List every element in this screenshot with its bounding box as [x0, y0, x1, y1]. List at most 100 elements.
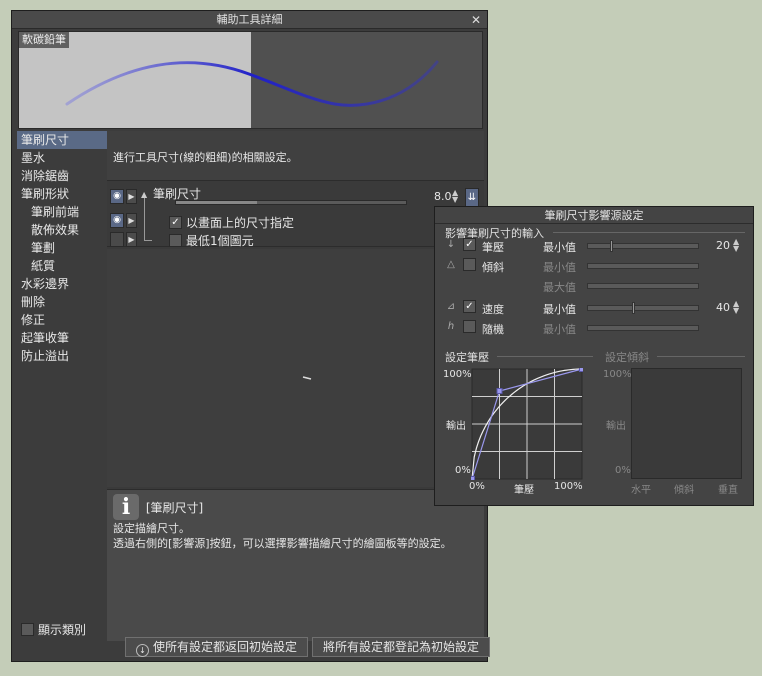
help-title: [筆刷尺寸] [145, 500, 204, 515]
section-divider [553, 232, 745, 233]
value-spinner-icon[interactable]: ▲ ▼ [733, 300, 739, 315]
sidebar-item[interactable]: 消除鋸齒 [17, 167, 107, 185]
popup-title: 筆刷尺寸影響源設定 [435, 207, 753, 224]
register-all-label: 將所有設定都登記為初始設定 [323, 640, 480, 654]
influence-input-row: ℎ 隨機 最小值 [445, 319, 745, 337]
influence-value[interactable]: 40 [710, 301, 730, 314]
input-source-checkbox[interactable] [463, 320, 476, 333]
influence-input-row: ⊿ ✓ 速度 最小值 40 ▲ ▼ [445, 299, 745, 317]
pressure-y-bottom: 0% [455, 465, 471, 476]
section-divider [657, 356, 745, 357]
tilt-y-label: 輸出 [606, 421, 626, 432]
input-source-label: 筆壓 [482, 241, 504, 254]
min-1px-checkbox[interactable] [169, 234, 182, 247]
sidebar-item[interactable]: 紙質 [17, 257, 107, 275]
category-description: 進行工具尺寸(線的粗細)的相關設定。 [107, 131, 484, 181]
input-source-checkbox[interactable]: ✓ [463, 238, 476, 251]
input-source-checkbox[interactable]: ✓ [463, 300, 476, 313]
expand-arrow-icon[interactable]: ▶ [126, 213, 137, 228]
sidebar-item[interactable]: 筆刷尺寸 [17, 131, 107, 149]
value-spinner-icon[interactable]: ▲ ▼ [733, 238, 739, 253]
help-line-1: 設定描繪尺寸。 [113, 522, 190, 535]
input-source-icon: ↓ [446, 239, 456, 250]
sidebar-item[interactable]: 散佈效果 [17, 221, 107, 239]
influence-input-row: △ 傾斜 最小值 [445, 257, 745, 275]
show-category-checkbox[interactable] [21, 623, 34, 636]
preview-stroke [65, 60, 439, 107]
expand-arrow-icon[interactable]: ▶ [126, 189, 137, 204]
specify-on-screen-option[interactable]: ✓ 以畫面上的尺寸指定 [169, 214, 294, 231]
brush-size-slider[interactable] [175, 200, 407, 205]
slider-thumb[interactable] [632, 302, 635, 314]
sidebar-item[interactable]: 刪除 [17, 293, 107, 311]
expand-arrow-icon[interactable]: ▶ [126, 232, 137, 247]
influence-slider [587, 325, 699, 331]
tree-line [144, 240, 152, 241]
eye-icon[interactable]: ◉ [110, 213, 124, 228]
help-panel: i [筆刷尺寸] 設定描繪尺寸。 透過右側的[影響源]按鈕，可以選擇影響描繪尺寸… [107, 489, 484, 641]
sidebar-item[interactable]: 筆刷形狀 [17, 185, 107, 203]
input-source-checkbox[interactable] [463, 258, 476, 271]
brush-size-spinner-icon[interactable]: ▲ ▼ [452, 189, 458, 204]
sidebar-item[interactable]: 筆劃 [17, 239, 107, 257]
sidebar-item[interactable]: 水彩邊界 [17, 275, 107, 293]
pressure-x-left: 0% [469, 481, 485, 492]
min-max-label: 最小值 [543, 303, 576, 316]
eye-off-icon[interactable] [110, 232, 124, 247]
influence-slider[interactable] [587, 302, 699, 314]
tilt-x-left: 水平 [631, 485, 651, 496]
specify-on-screen-checkbox[interactable]: ✓ [169, 216, 182, 229]
tree-arrow-up-icon: ▲ [141, 190, 148, 199]
tilt-graph-header: 設定傾斜 [605, 351, 649, 364]
pressure-y-top: 100% [443, 369, 472, 380]
brush-preview: 軟碳鉛筆 [18, 31, 483, 129]
influence-input-row: 最大值 [445, 277, 745, 295]
empty-setting-area [107, 249, 484, 487]
curve-control-point[interactable] [579, 368, 584, 372]
eye-icon[interactable]: ◉ [110, 189, 124, 204]
sidebar-item[interactable]: 起筆收筆 [17, 329, 107, 347]
pressure-curve-graph[interactable] [471, 368, 583, 480]
influence-input-row: ↓ ✓ 筆壓 最小值 20 ▲ ▼ [445, 237, 745, 255]
curve-control-point[interactable] [471, 476, 475, 481]
influence-source-button[interactable]: ⇊ [465, 188, 479, 208]
show-category-option[interactable]: 顯示類別 [21, 621, 86, 638]
input-source-icon: △ [447, 259, 455, 270]
input-source-label: 速度 [482, 303, 504, 316]
min-1px-label: 最低1個圖元 [186, 234, 254, 248]
dialog-titlebar[interactable]: 輔助工具詳細 ✕ [12, 11, 487, 29]
influence-source-popup: 筆刷尺寸影響源設定 影響筆刷尺寸的輸入 ↓ ✓ 筆壓 最小值 20 ▲ ▼ △ 傾斜 最小值 最大值… [434, 206, 754, 506]
input-source-icon: ⊿ [446, 301, 456, 312]
influence-value[interactable]: 20 [710, 239, 730, 252]
property-area: ◉ ▶ ◉ ▶ ▶ ▲ 筆刷尺寸 8.0 ▲ ▼ ⇊ ✓ 以畫面上的尺寸指定 最低… [107, 183, 484, 249]
brush-size-value[interactable]: 8.0 [434, 190, 452, 203]
sidebar-item[interactable]: 防止溢出 [17, 347, 107, 365]
min-max-label: 最大值 [543, 281, 576, 294]
slider-thumb[interactable] [610, 240, 613, 252]
reset-all-label: 使所有設定都返回初始設定 [153, 640, 298, 654]
input-source-icon: ℎ [447, 321, 455, 332]
tree-line [144, 195, 145, 240]
close-icon[interactable]: ✕ [471, 11, 481, 29]
bottom-buttons: ↓ 使所有設定都返回初始設定 將所有設定都登記為初始設定 [125, 637, 491, 657]
register-all-button[interactable]: 將所有設定都登記為初始設定 [312, 637, 491, 657]
reset-all-button[interactable]: ↓ 使所有設定都返回初始設定 [125, 637, 309, 657]
sidebar-item[interactable]: 筆刷前端 [17, 203, 107, 221]
min-max-label: 最小值 [543, 261, 576, 274]
input-source-label: 傾斜 [482, 261, 504, 274]
influence-slider[interactable] [587, 240, 699, 252]
curve-control-point[interactable] [496, 388, 503, 394]
sidebar-item[interactable]: 修正 [17, 311, 107, 329]
tilt-y-bottom: 0% [615, 465, 631, 476]
pressure-graph-header: 設定筆壓 [445, 351, 489, 364]
min-max-label: 最小值 [543, 241, 576, 254]
reset-icon: ↓ [136, 644, 149, 657]
help-line-2: 透過右側的[影響源]按鈕，可以選擇影響描繪尺寸的繪圖板等的設定。 [113, 537, 452, 550]
section-divider [497, 356, 593, 357]
specify-on-screen-label: 以畫面上的尺寸指定 [186, 216, 295, 230]
min-1px-option[interactable]: 最低1個圖元 [169, 232, 254, 249]
brush-size-slider-fill [176, 201, 257, 204]
sidebar-item[interactable]: 墨水 [17, 149, 107, 167]
sub-tool-detail-dialog: 輔助工具詳細 ✕ 軟碳鉛筆 筆刷尺寸 墨水 消除鋸齒 筆刷形狀 筆刷前端 散佈效果 筆劃 紙質… [11, 10, 491, 662]
influence-slider [587, 283, 699, 289]
